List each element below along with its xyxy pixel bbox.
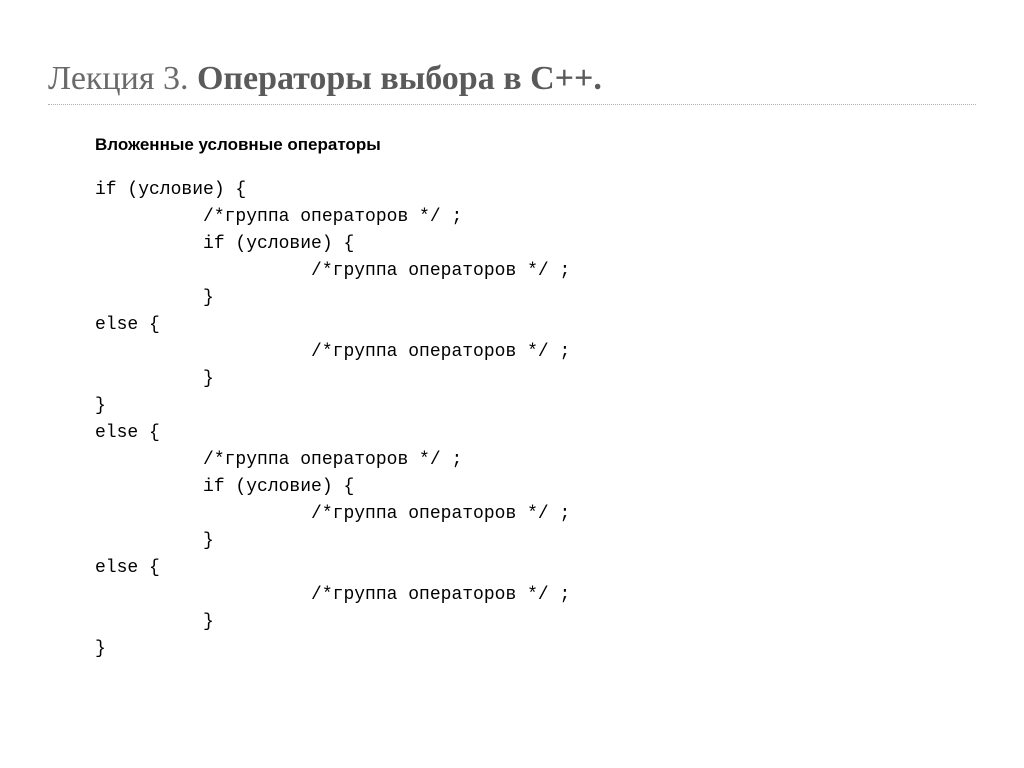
slide-content: Вложенные условные операторы if (условие… — [40, 135, 984, 663]
subheading: Вложенные условные операторы — [95, 135, 984, 155]
title-bold: Операторы выбора в С++. — [197, 60, 602, 97]
title-divider — [48, 104, 976, 105]
page-title: Лекция 3. Операторы выбора в С++. — [40, 60, 984, 98]
title-prefix: Лекция 3. — [48, 60, 197, 97]
code-block: if (условие) { /*группа операторов */ ; … — [95, 177, 984, 663]
